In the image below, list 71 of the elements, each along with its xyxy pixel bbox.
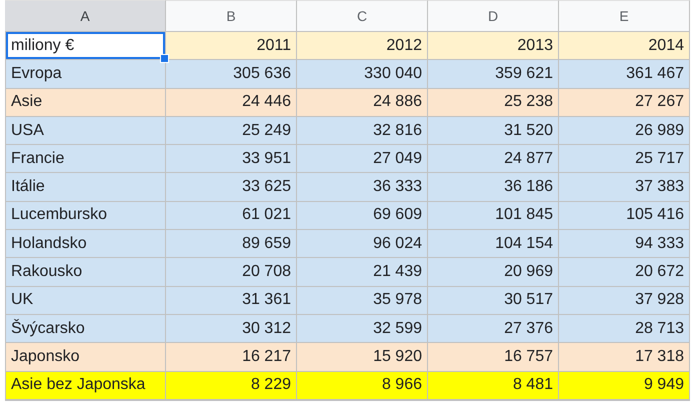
table-cell[interactable]: 35 978 <box>297 286 428 315</box>
table-cell[interactable]: 24 877 <box>428 145 559 174</box>
table-cell[interactable]: 61 021 <box>166 202 297 230</box>
table-cell[interactable]: 32 599 <box>297 314 428 344</box>
table-cell[interactable]: 2012 <box>297 32 428 60</box>
table-cell[interactable]: 94 333 <box>559 230 690 258</box>
table-cell[interactable]: 17 318 <box>559 343 690 372</box>
table-cell[interactable]: Japonsko <box>5 343 166 372</box>
column-header[interactable]: B <box>166 0 297 32</box>
column-header[interactable]: E <box>559 0 690 32</box>
table-cell[interactable]: Francie <box>5 145 166 174</box>
table-cell[interactable]: 305 636 <box>166 60 297 89</box>
column-header[interactable]: C <box>297 0 428 32</box>
table-cell[interactable]: Evropa <box>5 60 166 89</box>
table-cell[interactable]: 31 361 <box>166 286 297 315</box>
table-cell[interactable]: 105 416 <box>559 202 690 230</box>
table-cell[interactable]: 330 040 <box>297 60 428 89</box>
table-cell[interactable]: 20 969 <box>428 258 559 287</box>
table-cell[interactable]: 27 376 <box>428 314 559 344</box>
table-cell[interactable]: 8 481 <box>428 372 559 400</box>
table-cell[interactable]: 359 621 <box>428 60 559 89</box>
table-cell[interactable]: UK <box>5 286 166 315</box>
table-cell[interactable]: 32 816 <box>297 116 428 146</box>
table-cell[interactable]: 37 928 <box>559 286 690 315</box>
table-cell[interactable]: miliony € <box>5 32 166 60</box>
table-cell[interactable]: 30 312 <box>166 314 297 344</box>
table-cell[interactable]: 24 446 <box>166 88 297 117</box>
column-header[interactable]: A <box>5 0 166 32</box>
table-cell[interactable]: 8 966 <box>297 372 428 400</box>
table-cell[interactable]: 33 951 <box>166 145 297 174</box>
table-cell[interactable]: 16 217 <box>166 343 297 372</box>
table-cell[interactable]: 89 659 <box>166 230 297 258</box>
table-cell[interactable]: Asie bez Japonska <box>5 372 166 400</box>
table-cell[interactable]: 26 989 <box>559 116 690 146</box>
table-cell[interactable]: 28 713 <box>559 314 690 344</box>
table-cell[interactable]: 20 672 <box>559 258 690 287</box>
table-cell[interactable]: 2013 <box>428 32 559 60</box>
table-cell[interactable]: 25 249 <box>166 116 297 146</box>
table-cell[interactable]: Itálie <box>5 173 166 202</box>
table-cell[interactable]: 24 886 <box>297 88 428 117</box>
table-cell[interactable]: 69 609 <box>297 202 428 230</box>
table-cell[interactable]: Rakousko <box>5 258 166 287</box>
table-cell[interactable]: 31 520 <box>428 116 559 146</box>
table-cell[interactable]: Švýcarsko <box>5 314 166 344</box>
table-cell[interactable]: USA <box>5 116 166 146</box>
table-cell[interactable]: 36 186 <box>428 173 559 202</box>
table-cell[interactable]: 25 717 <box>559 145 690 174</box>
table-cell[interactable]: 36 333 <box>297 173 428 202</box>
table-cell[interactable]: 30 517 <box>428 286 559 315</box>
table-cell[interactable]: 27 267 <box>559 88 690 117</box>
table-cell[interactable]: 33 625 <box>166 173 297 202</box>
table-cell[interactable]: Lucembursko <box>5 202 166 230</box>
table-cell[interactable]: Asie <box>5 88 166 117</box>
column-header[interactable]: D <box>428 0 559 32</box>
table-cell[interactable]: 25 238 <box>428 88 559 117</box>
fill-handle[interactable] <box>160 54 169 64</box>
table-cell[interactable]: 8 229 <box>166 372 297 400</box>
table-cell[interactable]: 2014 <box>559 32 690 60</box>
table-cell[interactable]: 104 154 <box>428 230 559 258</box>
table-cell[interactable]: 16 757 <box>428 343 559 372</box>
table-cell[interactable]: 2011 <box>166 32 297 60</box>
table-cell[interactable]: 101 845 <box>428 202 559 230</box>
table-cell[interactable]: 96 024 <box>297 230 428 258</box>
table-cell[interactable]: 21 439 <box>297 258 428 287</box>
table-cell[interactable]: 27 049 <box>297 145 428 174</box>
table-cell[interactable]: 361 467 <box>559 60 690 89</box>
table-cell[interactable]: Holandsko <box>5 230 166 258</box>
table-cell[interactable]: 37 383 <box>559 173 690 202</box>
table-cell[interactable]: 20 708 <box>166 258 297 287</box>
table-cell[interactable]: 9 949 <box>559 372 690 400</box>
table-cell[interactable]: 15 920 <box>297 343 428 372</box>
